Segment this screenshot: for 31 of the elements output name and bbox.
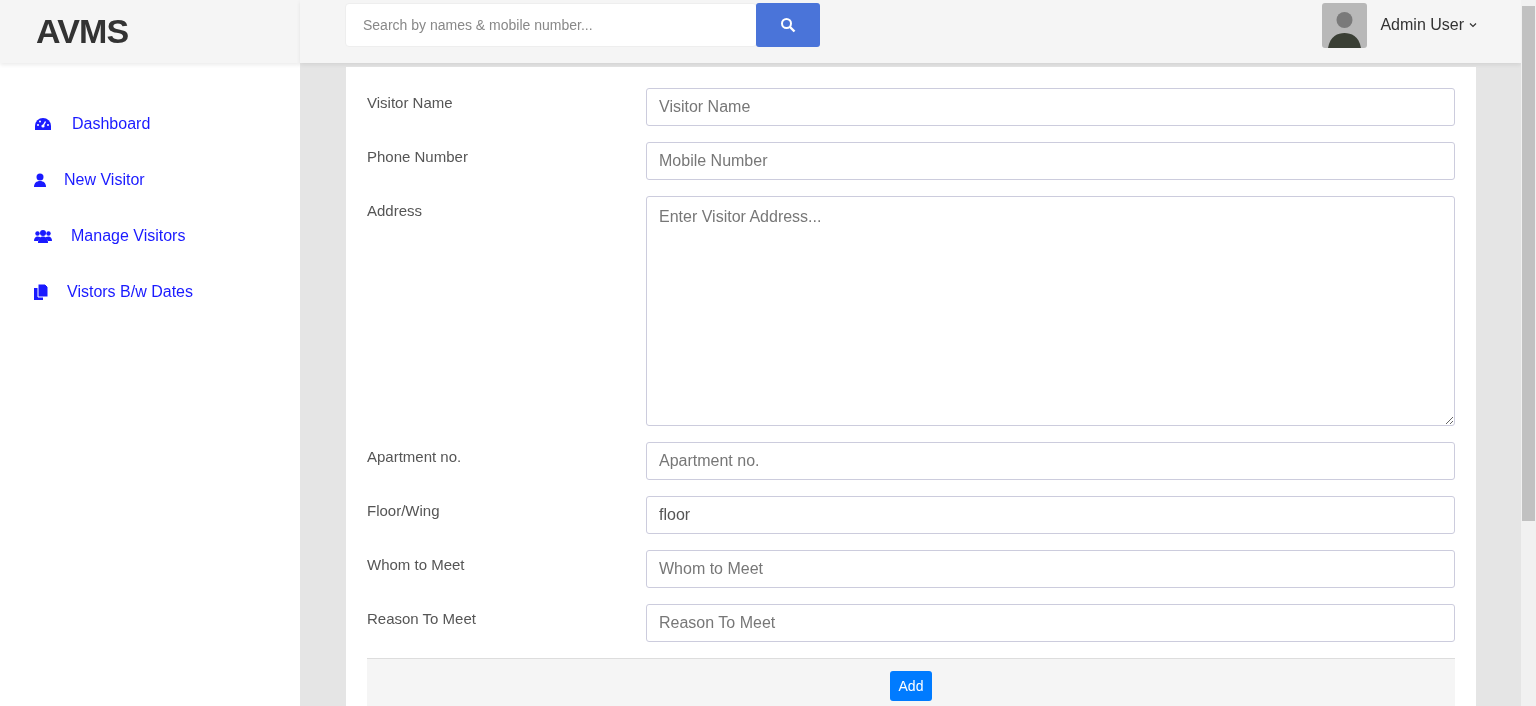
field-label: Visitor Name [367,93,454,113]
gauge-icon [34,117,52,131]
input-field[interactable]: Visitor Name [646,88,1455,126]
add-button[interactable]: Add [889,671,933,701]
input-field[interactable]: floor [646,496,1455,534]
field-label: Phone Number [367,147,469,167]
input-field[interactable]: Reason To Meet [646,604,1455,642]
field-label: Floor/Wing [367,501,441,521]
user-icon [34,173,46,187]
field-label: Whom to Meet [367,555,466,575]
copy-icon [34,284,48,300]
scrollbar[interactable] [1521,0,1536,706]
search-icon [780,17,796,33]
sidebar-link[interactable]: Dashboard [34,111,300,137]
sidebar-link[interactable]: Manage Visitors [34,223,300,249]
sidebar-link[interactable]: Vistors B/w Dates [34,279,300,305]
search-button[interactable] [756,3,820,47]
field-label: Apartment no. [367,447,463,467]
input-field[interactable]: Mobile Number [646,142,1455,180]
user-menu[interactable]: Admin User [1380,13,1477,37]
users-icon [34,229,52,243]
brand-logo: AVMS [36,11,129,52]
input-field[interactable]: Whom to Meet [646,550,1455,588]
avatar-icon [1322,2,1368,48]
sidebar-link[interactable]: New Visitor [34,167,300,193]
field-label: Address [367,201,424,221]
search-field[interactable]: Search by names & mobile number... [345,3,757,47]
input-field[interactable]: Apartment no. [646,442,1455,480]
address-field[interactable]: Enter Visitor Address... [646,196,1455,426]
caret-icon [1469,22,1477,28]
field-label: Reason To Meet [367,609,477,629]
